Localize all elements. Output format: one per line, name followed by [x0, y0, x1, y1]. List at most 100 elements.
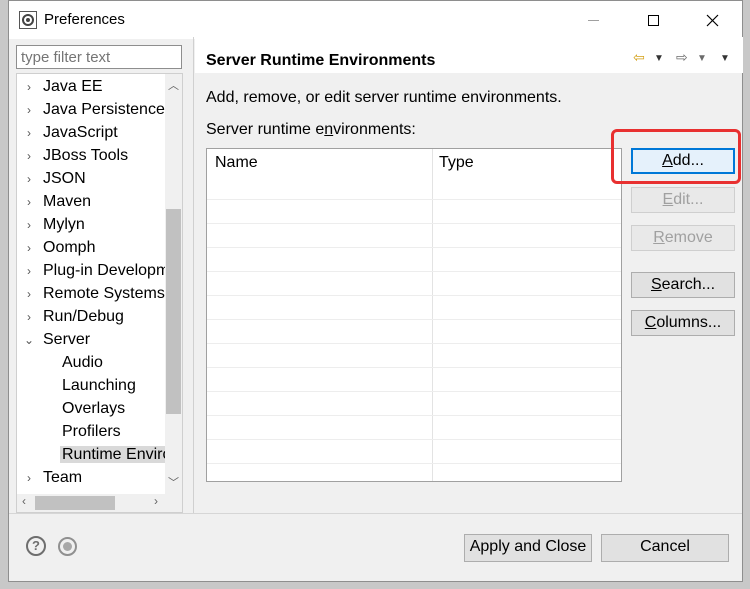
chevron-right-icon[interactable]: › — [17, 99, 41, 121]
tree-item-label: JSON — [43, 170, 86, 187]
chevron-right-icon[interactable]: › — [17, 168, 41, 190]
back-arrow-icon[interactable]: ⇦ — [633, 49, 645, 66]
column-header-name[interactable]: Name — [215, 154, 258, 172]
table-row-divider — [207, 223, 621, 224]
edit-button[interactable]: Edit... — [631, 187, 735, 213]
tree-item-label: Java Persistence — [43, 101, 165, 118]
tree-item[interactable]: Audio — [17, 351, 172, 374]
tree-item-label: Maven — [43, 193, 92, 210]
panel-divider — [193, 37, 194, 513]
back-dropdown-icon[interactable]: ▼ — [654, 53, 664, 64]
chevron-right-icon[interactable]: › — [17, 260, 41, 282]
chevron-down-icon[interactable]: ⌄ — [17, 329, 41, 351]
scroll-thumb-horizontal[interactable] — [35, 496, 115, 510]
apply-and-close-button[interactable]: Apply and Close — [464, 534, 592, 562]
minimize-button[interactable] — [564, 1, 622, 39]
remove-button[interactable]: Remove — [631, 225, 735, 251]
tree-vertical-scrollbar[interactable]: ︿ ﹀ — [165, 74, 182, 494]
tree-item[interactable]: › JBoss Tools — [17, 144, 172, 167]
tree-item[interactable]: › Maven — [17, 190, 172, 213]
table-row-divider — [207, 271, 621, 272]
preference-tree[interactable]: › Java EE › Java Persistence › JavaScript › JBo… — [16, 73, 183, 513]
chevron-right-icon[interactable]: › — [17, 145, 41, 167]
scroll-down-icon[interactable]: ﹀ — [165, 474, 182, 490]
tree-item[interactable]: › Run/Debug — [17, 305, 172, 328]
tree-item-label: Oomph — [43, 239, 96, 256]
tree-item-label: Remote Systems — [43, 285, 165, 302]
tree-horizontal-scrollbar[interactable]: ‹ › — [17, 494, 182, 512]
scroll-up-icon[interactable]: ︿ — [165, 77, 182, 93]
tree-item[interactable]: Launching — [17, 374, 172, 397]
chevron-right-icon[interactable]: › — [17, 214, 41, 236]
eclipse-app-icon — [19, 11, 37, 29]
add-button-highlight — [611, 129, 741, 184]
tree-item-label: Overlays — [62, 400, 126, 417]
tree-item-label: JavaScript — [43, 124, 118, 141]
window-title: Preferences — [44, 11, 125, 28]
minimize-icon — [587, 19, 599, 21]
tree-item-label: Audio — [62, 354, 103, 371]
chevron-right-icon[interactable]: › — [17, 122, 41, 144]
maximize-icon — [647, 14, 659, 26]
tree-item[interactable]: › Team — [17, 466, 172, 489]
runtime-environments-table[interactable]: Name Type — [206, 148, 622, 482]
title-bar: Preferences — [9, 1, 742, 39]
tree-item[interactable]: Runtime Enviro — [17, 443, 172, 466]
chevron-right-icon[interactable]: › — [17, 283, 41, 305]
view-menu-icon[interactable]: ▼ — [720, 53, 730, 64]
scroll-thumb[interactable] — [166, 209, 181, 414]
table-row-divider — [207, 319, 621, 320]
close-icon — [706, 14, 718, 26]
tree-item[interactable]: › JSON — [17, 167, 172, 190]
help-icon[interactable]: ? — [26, 536, 46, 556]
tree-item[interactable]: › Mylyn — [17, 213, 172, 236]
tree-item[interactable]: Profilers — [17, 420, 172, 443]
preferences-window: Preferences ›Java EE›Java Persistence›Ja… — [8, 0, 743, 582]
columns-button[interactable]: Columns... — [631, 310, 735, 336]
tree-item-label: Mylyn — [43, 216, 85, 233]
filter-input[interactable] — [16, 45, 182, 69]
search-button[interactable]: Search... — [631, 272, 735, 298]
tree-item-label: JBoss Tools — [43, 147, 129, 164]
tree-item[interactable]: › Oomph — [17, 236, 172, 259]
record-preferences-icon[interactable] — [58, 537, 77, 556]
scroll-right-icon[interactable]: › — [154, 494, 158, 508]
table-row-divider — [207, 199, 621, 200]
maximize-button[interactable] — [624, 1, 682, 39]
tree-item[interactable]: Overlays — [17, 397, 172, 420]
tree-item[interactable]: › JavaScript — [17, 121, 172, 144]
tree-item-label: Java EE — [43, 78, 103, 95]
tree-item[interactable]: › Java Persistence — [17, 98, 172, 121]
tree-item[interactable]: › Remote Systems — [17, 282, 172, 305]
chevron-right-icon[interactable]: › — [17, 237, 41, 259]
page-header: Server Runtime Environments ⇦ ▼ ⇨ ▼ ▼ — [195, 37, 743, 73]
tree-item-label: Server — [43, 331, 91, 348]
forward-dropdown-icon[interactable]: ▼ — [697, 53, 707, 64]
cancel-button[interactable]: Cancel — [601, 534, 729, 562]
table-row-divider — [207, 343, 621, 344]
chevron-right-icon[interactable]: › — [17, 306, 41, 328]
table-row-divider — [207, 415, 621, 416]
tree-item-label: Plug-in Developm — [43, 262, 170, 279]
table-row-divider — [207, 295, 621, 296]
chevron-right-icon[interactable]: › — [17, 467, 41, 489]
table-row-divider — [207, 439, 621, 440]
tree-item[interactable]: › Java EE — [17, 75, 172, 98]
runtime-list-label: Server runtime environments: — [206, 121, 416, 138]
tree-item[interactable]: › Plug-in Developm — [17, 259, 172, 282]
column-header-type[interactable]: Type — [439, 154, 474, 172]
tree-item[interactable]: ⌄ Server — [17, 328, 172, 351]
table-row-divider — [207, 463, 621, 464]
tree-item-label: Runtime Enviro — [60, 446, 172, 463]
table-row-divider — [207, 367, 621, 368]
close-button[interactable] — [683, 1, 741, 39]
forward-arrow-icon[interactable]: ⇨ — [676, 49, 688, 66]
chevron-right-icon[interactable]: › — [17, 76, 41, 98]
tree-item-label: Launching — [62, 377, 136, 394]
tree-item-label: Run/Debug — [43, 308, 124, 325]
table-row-divider — [207, 247, 621, 248]
scroll-left-icon[interactable]: ‹ — [22, 494, 26, 508]
chevron-right-icon[interactable]: › — [17, 191, 41, 213]
tree-item-label: Profilers — [62, 423, 121, 440]
page-description: Add, remove, or edit server runtime envi… — [206, 89, 562, 106]
